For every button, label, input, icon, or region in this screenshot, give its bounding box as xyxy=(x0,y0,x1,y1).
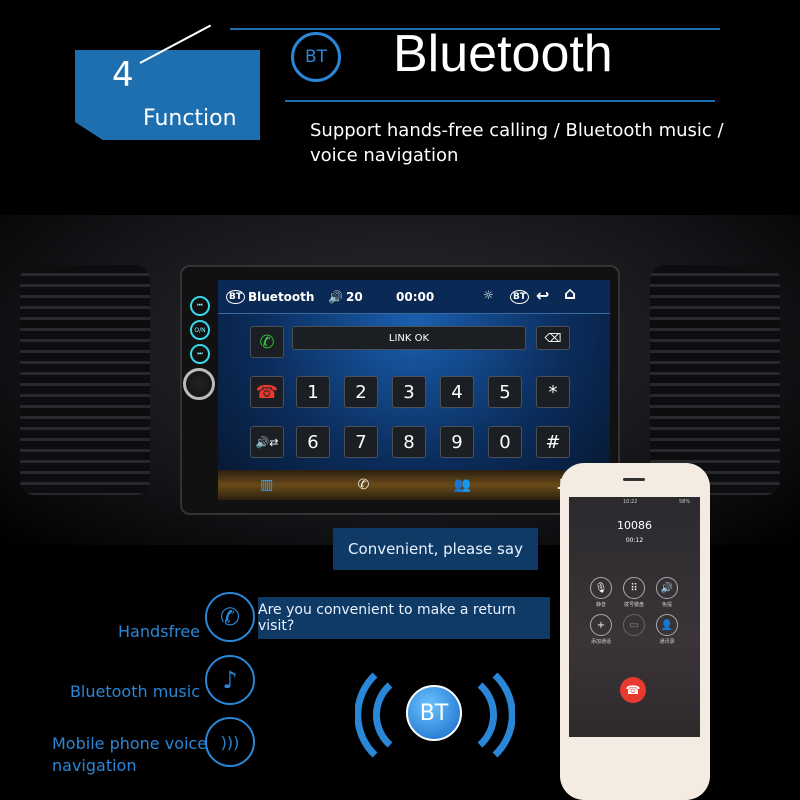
keypad-button[interactable]: ⠿ xyxy=(623,577,645,599)
volume-value: 20 xyxy=(346,290,363,304)
dial-key[interactable]: 8 xyxy=(392,426,426,458)
dial-key[interactable]: * xyxy=(536,376,570,408)
bt-icon: BT xyxy=(291,32,341,82)
brightness-icon[interactable]: ☼ xyxy=(483,288,494,302)
button-label: 添加通话 xyxy=(590,639,611,645)
subtitle: Support hands-free calling / Bluetooth m… xyxy=(310,118,750,168)
bt-icon: BT xyxy=(226,290,245,304)
back-icon[interactable]: ↩ xyxy=(536,286,549,305)
dial-key[interactable]: 6 xyxy=(296,426,330,458)
source-label: Bluetooth xyxy=(248,290,315,304)
contacts-button[interactable]: 👤 xyxy=(656,614,678,636)
dial-key[interactable]: 7 xyxy=(344,426,378,458)
prev-button[interactable]: ⏮ xyxy=(190,296,210,316)
bottom-bar: ▥ ✆ 👥 ♫ xyxy=(218,470,610,500)
clock: 00:00 xyxy=(396,290,435,304)
bt-settings-icon[interactable]: BT xyxy=(510,290,529,304)
decor-line xyxy=(285,100,715,102)
add-call-button[interactable]: + xyxy=(590,614,612,636)
voice-waves-icon: ))) xyxy=(205,717,255,767)
end-call-button[interactable]: ☎ xyxy=(620,677,646,703)
dial-key[interactable]: 9 xyxy=(440,426,474,458)
home-icon[interactable]: ⌂ xyxy=(564,284,576,304)
badge-number: 4 xyxy=(112,55,134,95)
answer-button[interactable]: ✆ xyxy=(250,326,284,358)
button-label: 通讯录 xyxy=(659,639,675,645)
air-vent xyxy=(20,265,150,495)
badge-label: Function xyxy=(143,106,237,131)
facetime-button: ▭ xyxy=(623,614,645,636)
subtitle-line: voice navigation xyxy=(310,145,459,166)
audio-switch-button[interactable]: 🔊⇄ xyxy=(250,426,284,458)
phone-time: 10:22 xyxy=(623,499,638,505)
page-title: Bluetooth xyxy=(393,25,613,83)
mute-button[interactable]: 🎙 xyxy=(590,577,612,599)
music-note-icon: ♪ xyxy=(205,655,255,705)
hangup-button[interactable]: ☎ xyxy=(250,376,284,408)
speaker-icon: 🔊 xyxy=(328,290,343,304)
head-unit-screen: BT Bluetooth 🔊 20 00:00 ☼ BT ↩ ⌂ ✆ LINK … xyxy=(218,280,610,500)
equalizer-icon[interactable]: ▥ xyxy=(260,477,273,493)
volume-knob[interactable] xyxy=(183,368,215,400)
feature-label: Handsfree xyxy=(117,622,200,641)
button-label: 免提 xyxy=(661,602,672,608)
question-bubble: Are you convenient to make a return visi… xyxy=(258,597,550,639)
feature-label-line: navigation xyxy=(52,756,137,775)
phone-battery: 58% xyxy=(679,499,691,505)
air-vent xyxy=(650,265,780,495)
feature-label-line: Mobile phone voice xyxy=(52,734,208,753)
call-number: 10086 xyxy=(617,519,652,532)
dial-key[interactable]: 0 xyxy=(488,426,522,458)
speaker-button[interactable]: 🔊 xyxy=(656,577,678,599)
dial-key[interactable]: 4 xyxy=(440,376,474,408)
dial-key[interactable]: 3 xyxy=(392,376,426,408)
dial-key[interactable]: 2 xyxy=(344,376,378,408)
dial-key[interactable]: 1 xyxy=(296,376,330,408)
call-log-icon[interactable]: ✆ xyxy=(358,477,370,493)
dial-key[interactable]: # xyxy=(536,426,570,458)
status-bar: BT Bluetooth 🔊 20 00:00 ☼ BT ↩ ⌂ xyxy=(218,280,610,314)
subtitle-line: Support hands-free calling / Bluetooth m… xyxy=(310,120,724,141)
next-button[interactable]: ⏭ xyxy=(190,344,210,364)
button-label: 拨号键盘 xyxy=(623,602,644,608)
call-duration: 00:12 xyxy=(625,537,644,544)
reply-bubble: Convenient, please say xyxy=(333,528,538,570)
phone-icon: ✆ xyxy=(205,592,255,642)
phone-call-screen: 10:22 58% 10086 00:12 🎙 ⠿ 🔊 静音 拨号键盘 免提 +… xyxy=(569,497,700,737)
feature-label: Mobile phone voice navigation xyxy=(52,733,207,777)
bt-logo: BT xyxy=(406,685,462,741)
phone-speaker xyxy=(623,478,645,481)
feature-label: Bluetooth music xyxy=(69,682,200,701)
backspace-button[interactable]: ⌫ xyxy=(536,326,570,350)
button-label: 静音 xyxy=(595,602,606,608)
contacts-icon[interactable]: 👥 xyxy=(454,477,471,493)
link-status: LINK OK xyxy=(292,326,526,350)
power-button[interactable]: O/N xyxy=(190,320,210,340)
dial-key[interactable]: 5 xyxy=(488,376,522,408)
